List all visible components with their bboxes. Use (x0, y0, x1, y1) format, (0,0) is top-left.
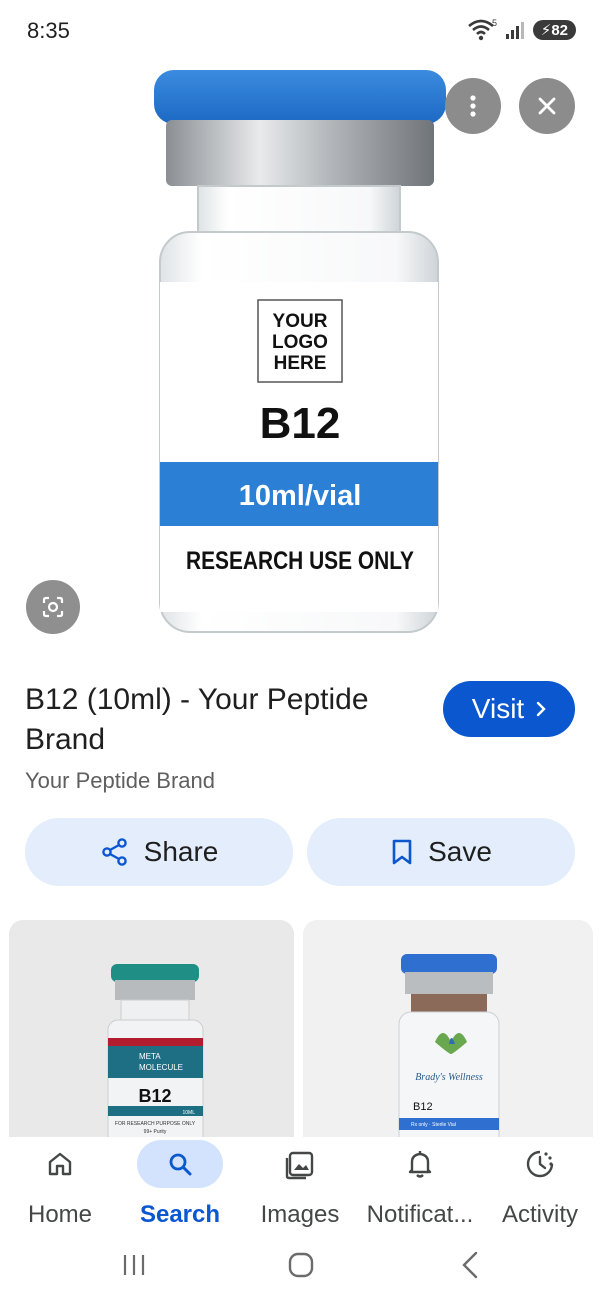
nav-search-label: Search (139, 1201, 221, 1228)
share-icon (101, 838, 127, 866)
chevron-right-icon (536, 701, 546, 717)
nav-home-label: Home (27, 1201, 93, 1228)
related-image-2[interactable]: Brady's Wellness B12 Rx only · Sterile V… (303, 920, 593, 1150)
activity-icon (526, 1150, 554, 1178)
battery-indicator: ⚡82 (532, 20, 576, 40)
vial-thumbnail-2: Brady's Wellness B12 Rx only · Sterile V… (398, 954, 500, 1150)
status-bar: 8:35 5 ⚡82 (0, 0, 600, 64)
product-image[interactable]: YOUR LOGO HERE B12 10ml/vial RESEARCH US… (0, 64, 600, 654)
thumb1-brand-2: MOLECULE (139, 1063, 183, 1072)
bottom-navigation: Home Search Images Notificat... Activity (0, 1137, 600, 1240)
logo-line-3: HERE (274, 353, 327, 374)
nav-notifications[interactable]: Notificat... (360, 1137, 480, 1237)
signal-icon (505, 22, 524, 39)
disclaimer-label: RESEARCH USE ONLY (186, 547, 414, 575)
related-image-1[interactable]: META MOLECULE B12 10ML FOR RESEARCH PURP… (9, 920, 294, 1150)
status-icons: 5 ⚡82 (467, 18, 576, 42)
vial-illustration: YOUR LOGO HERE B12 10ml/vial RESEARCH US… (154, 70, 446, 633)
battery-icon: ⚡ (540, 22, 552, 39)
volume-label: 10ml/vial (239, 480, 362, 512)
share-label: Share (143, 836, 219, 867)
thumb1-volume: 10ML (182, 1110, 195, 1116)
thumb1-product: B12 (138, 1086, 171, 1106)
images-icon (285, 1151, 314, 1180)
close-button[interactable] (519, 78, 575, 134)
logo-line-1: YOUR (273, 311, 328, 332)
battery-level: 82 (551, 22, 568, 39)
bookmark-icon (392, 839, 412, 865)
more-vert-icon (470, 95, 476, 117)
result-title[interactable]: B12 (10ml) - Your Peptide Brand (25, 680, 425, 760)
share-button[interactable]: Share (25, 818, 293, 886)
nav-activity-label: Activity (501, 1201, 578, 1228)
thumb1-brand-1: META (139, 1052, 161, 1061)
visit-button[interactable]: Visit (443, 681, 575, 737)
nav-search[interactable]: Search (120, 1137, 240, 1237)
home-icon (48, 1152, 72, 1176)
nav-notifications-label: Notificat... (366, 1201, 474, 1228)
result-source[interactable]: Your Peptide Brand (25, 768, 215, 794)
thumb1-small-print: FOR RESEARCH PURPOSE ONLY (115, 1121, 196, 1127)
wifi-icon: 5 (467, 18, 497, 41)
nav-images[interactable]: Images (240, 1137, 360, 1237)
back-icon[interactable] (458, 1250, 482, 1280)
nav-images-label: Images (260, 1201, 340, 1228)
bell-icon (408, 1151, 432, 1178)
recent-apps-icon[interactable] (121, 1252, 147, 1278)
nav-home[interactable]: Home (0, 1137, 120, 1237)
status-time: 8:35 (27, 18, 70, 43)
system-navigation (0, 1240, 600, 1300)
home-button-icon[interactable] (287, 1251, 315, 1279)
save-label: Save (428, 836, 492, 867)
vial-thumbnail-1: META MOLECULE B12 10ML FOR RESEARCH PURP… (107, 964, 204, 1150)
thumb2-brand: Brady's Wellness (415, 1072, 483, 1083)
search-icon (169, 1153, 192, 1176)
more-options-button[interactable] (445, 78, 501, 134)
product-name-label: B12 (260, 399, 341, 448)
nav-activity[interactable]: Activity (480, 1137, 600, 1237)
logo-line-2: LOGO (272, 332, 328, 353)
close-icon (538, 97, 556, 115)
thumb2-small-print: Rx only · Sterile Vial (411, 1122, 456, 1128)
thumb1-purity: 99+ Purity (144, 1129, 167, 1135)
lens-button[interactable] (26, 580, 80, 634)
lens-icon (42, 596, 64, 618)
save-button[interactable]: Save (307, 818, 575, 886)
thumb2-product: B12 (413, 1101, 433, 1113)
wifi-badge: 5 (492, 18, 497, 28)
visit-label: Visit (471, 693, 525, 724)
